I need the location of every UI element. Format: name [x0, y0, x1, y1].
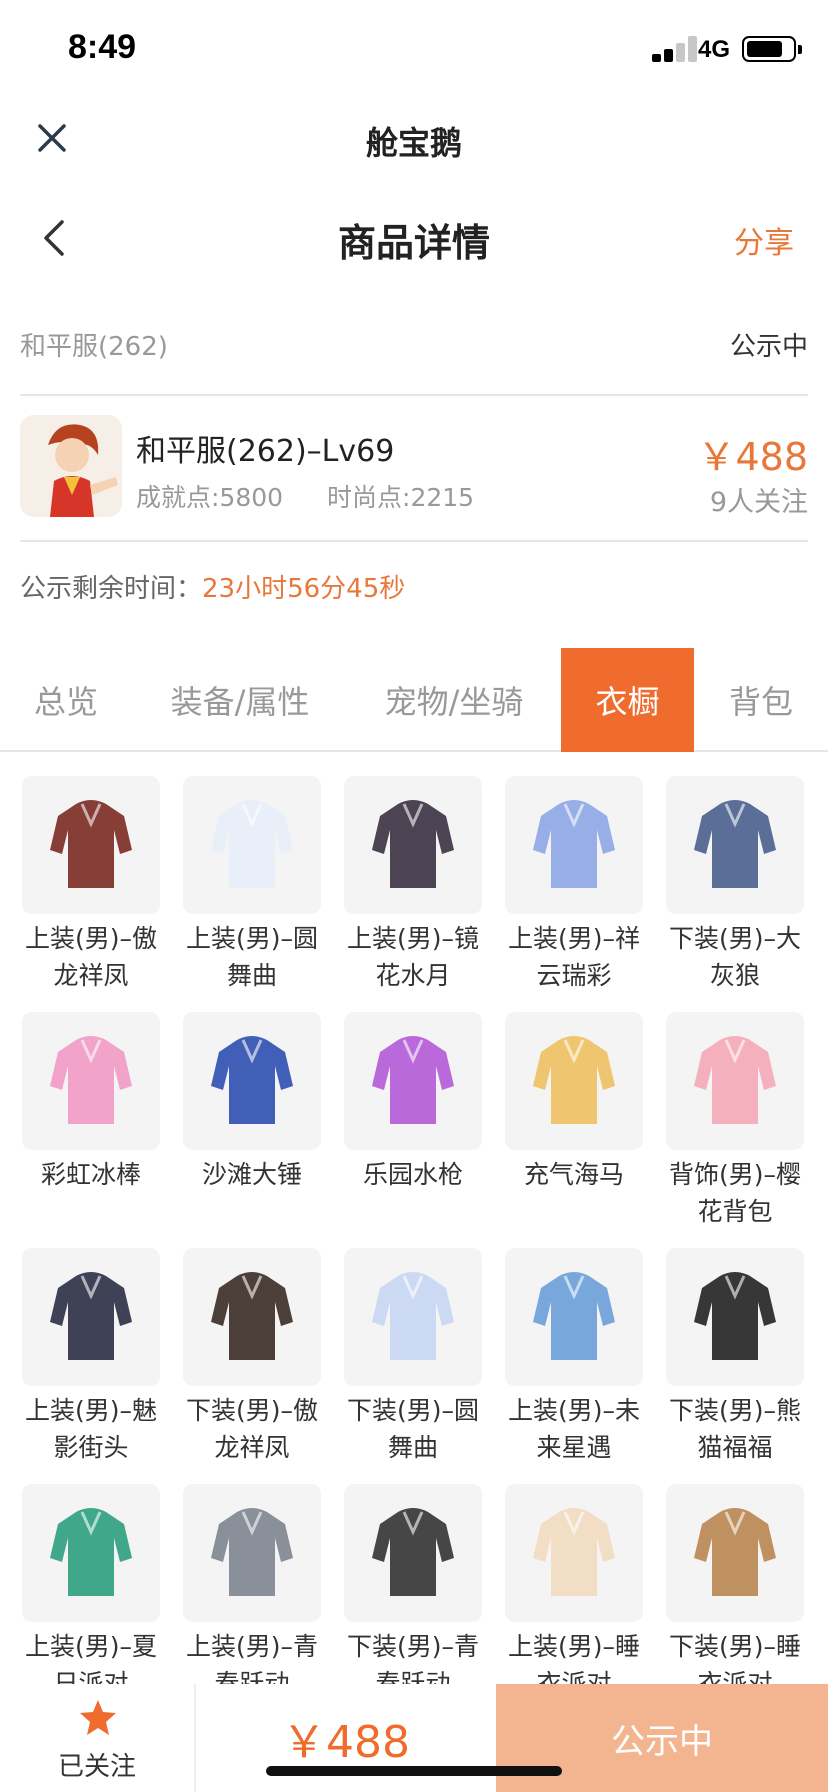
tab-bar: 总览 装备/属性 宠物/坐骑 衣橱 背包 — [0, 648, 828, 752]
wardrobe-item-label: 上装(男)–圆舞曲 — [185, 924, 318, 990]
youth-vest-icon — [183, 1484, 321, 1622]
follow-label: 已关注 — [57, 1752, 136, 1782]
server-row: 和平服(262) 公示中 — [20, 312, 808, 372]
blue-robe-top-icon — [505, 776, 643, 914]
divider — [20, 540, 808, 542]
wardrobe-item[interactable]: 上装(男)–圆舞曲 — [183, 776, 321, 994]
wardrobe-item-label: 下装(男)–睡衣派对 — [668, 1632, 801, 1686]
product-stats: 成就点:5800 时尚点:2215 — [136, 478, 474, 514]
panda-pants-icon — [666, 1248, 804, 1386]
wardrobe-item-label: 乐园水枪 — [362, 1160, 463, 1189]
wardrobe-item-label: 下装(男)–熊猫福福 — [668, 1396, 801, 1462]
wardrobe-item-label: 上装(男)–青春跃动 — [185, 1632, 318, 1686]
wardrobe-item-label: 下装(男)–圆舞曲 — [346, 1396, 479, 1462]
dark-pants-icon — [183, 1248, 321, 1386]
countdown-value: 23小时56分45秒 — [202, 574, 406, 604]
wardrobe-item[interactable]: 上装(男)–祥云瑞彩 — [505, 776, 643, 994]
sneakers-icon — [344, 1484, 482, 1622]
character-avatar — [20, 415, 122, 517]
wardrobe-item-label: 上装(男)–傲龙祥凤 — [24, 924, 157, 990]
wardrobe-item-label: 彩虹冰棒 — [40, 1160, 141, 1189]
wardrobe-item-label: 背饰(男)–樱花背包 — [668, 1160, 801, 1226]
wardrobe-item-label: 下装(男)–青春跃动 — [346, 1632, 479, 1686]
wardrobe-item[interactable]: 上装(男)–青春跃动 — [183, 1484, 321, 1686]
wardrobe-item[interactable]: 下装(男)–青春跃动 — [344, 1484, 482, 1686]
server-name: 和平服(262) — [20, 332, 168, 362]
battery-icon — [742, 36, 802, 62]
product-name: 和平服(262)–Lv69 — [136, 434, 395, 469]
share-button[interactable]: 分享 — [734, 218, 794, 262]
wardrobe-item[interactable]: 下装(男)–睡衣派对 — [666, 1484, 804, 1686]
product-summary[interactable]: 和平服(262)–Lv69 成就点:5800 时尚点:2215 ￥488 9人关注 — [20, 412, 808, 522]
wardrobe-item[interactable]: 上装(男)–镜花水月 — [344, 776, 482, 994]
dark-armor-top-icon — [22, 776, 160, 914]
water-gun-icon — [344, 1012, 482, 1150]
slippers-icon — [666, 1484, 804, 1622]
wardrobe-item[interactable]: 沙滩大锤 — [183, 1012, 321, 1193]
inflatable-bow-icon — [505, 1012, 643, 1150]
wardrobe-item[interactable]: 上装(男)–傲龙祥凤 — [22, 776, 160, 994]
wardrobe-item[interactable]: 上装(男)–睡衣派对 — [505, 1484, 643, 1686]
crimson-coat-top-icon — [344, 776, 482, 914]
wardrobe-item-label: 上装(男)–夏日派对 — [24, 1632, 157, 1686]
grey-pants-icon — [666, 776, 804, 914]
wardrobe-item[interactable]: 彩虹冰棒 — [22, 1012, 160, 1193]
wardrobe-item-label: 上装(男)–魅影街头 — [24, 1396, 157, 1462]
divider — [20, 394, 808, 396]
status-time: 8:49 — [68, 28, 137, 66]
app-title: 舱宝鹅 — [365, 124, 462, 162]
home-indicator — [266, 1766, 562, 1776]
wardrobe-item[interactable]: 下装(男)–圆舞曲 — [344, 1248, 482, 1466]
signal-icon — [652, 36, 704, 62]
page-title: 商品详情 — [337, 221, 490, 265]
wardrobe-item-label: 上装(男)–睡衣派对 — [507, 1632, 640, 1686]
tab-backpack[interactable]: 背包 — [706, 648, 816, 752]
wardrobe-item[interactable]: 充气海马 — [505, 1012, 643, 1193]
wardrobe-item-label: 上装(男)–镜花水月 — [346, 924, 479, 990]
pajama-top-icon — [505, 1484, 643, 1622]
tab-pets[interactable]: 宠物/坐骑 — [354, 648, 554, 752]
white-suit-top-icon — [183, 776, 321, 914]
wardrobe-item[interactable]: 上装(男)–未来星遇 — [505, 1248, 643, 1466]
network-label: 4G — [698, 36, 731, 63]
listing-status: 公示中 — [729, 332, 808, 362]
wardrobe-item-label: 下装(男)–傲龙祥凤 — [185, 1396, 318, 1462]
phantom-street-top-icon — [22, 1248, 160, 1386]
sakura-backpack-icon — [666, 1012, 804, 1150]
star-icon — [80, 1700, 116, 1735]
wardrobe-item[interactable]: 背饰(男)–樱花背包 — [666, 1012, 804, 1230]
nav-bar: 商品详情 分享 — [0, 190, 828, 286]
wardrobe-grid: 上装(男)–傲龙祥凤 上装(男)–圆舞曲 上装(男)–镜花水月 上装(男)–祥云瑞彩下… — [22, 776, 812, 1686]
rainbow-popsicle-icon — [22, 1012, 160, 1150]
tab-equipment[interactable]: 装备/属性 — [140, 648, 340, 752]
fashion-points: 时尚点:2215 — [327, 483, 475, 512]
wardrobe-item-label: 充气海马 — [523, 1160, 624, 1189]
future-jacket-icon — [505, 1248, 643, 1386]
follower-count: 9人关注 — [709, 487, 808, 518]
achievement-points: 成就点:5800 — [136, 483, 284, 512]
beach-hammer-icon — [183, 1012, 321, 1150]
follow-button[interactable]: 已关注 — [0, 1684, 196, 1792]
summer-shirt-icon — [22, 1484, 160, 1622]
countdown-label: 公示剩余时间： — [20, 574, 203, 604]
app-bar: 舱宝鹅 — [0, 100, 828, 180]
wardrobe-item-label: 下装(男)–大灰狼 — [668, 924, 801, 990]
status-bar: 8:49 4G — [0, 0, 828, 100]
wardrobe-item[interactable]: 下装(男)–大灰狼 — [666, 776, 804, 994]
wardrobe-item-label: 上装(男)–未来星遇 — [507, 1396, 640, 1462]
wardrobe-item[interactable]: 乐园水枪 — [344, 1012, 482, 1193]
tab-overview[interactable]: 总览 — [0, 648, 132, 752]
product-price: ￥488 — [697, 435, 808, 479]
white-pants-icon — [344, 1248, 482, 1386]
wardrobe-item[interactable]: 上装(男)–魅影街头 — [22, 1248, 160, 1466]
wardrobe-item-label: 上装(男)–祥云瑞彩 — [507, 924, 640, 990]
wardrobe-item[interactable]: 下装(男)–熊猫福福 — [666, 1248, 804, 1466]
wardrobe-item-label: 沙滩大锤 — [201, 1160, 302, 1189]
wardrobe-item[interactable]: 上装(男)–夏日派对 — [22, 1484, 160, 1686]
countdown-row: 公示剩余时间：23小时56分45秒 — [20, 568, 405, 605]
wardrobe-item[interactable]: 下装(男)–傲龙祥凤 — [183, 1248, 321, 1466]
tab-wardrobe[interactable]: 衣橱 — [561, 648, 694, 752]
